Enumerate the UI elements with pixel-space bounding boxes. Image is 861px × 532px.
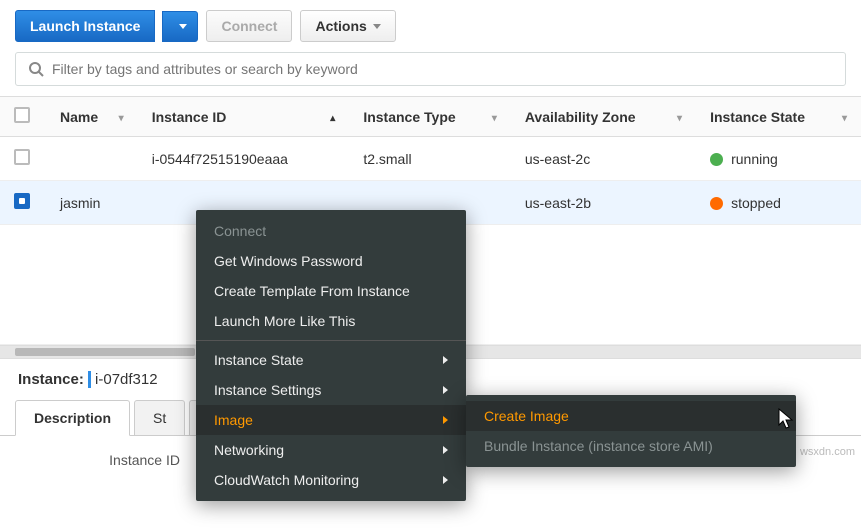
toolbar: Launch Instance Connect Actions <box>0 0 861 52</box>
search-input[interactable] <box>52 61 835 77</box>
menu-get-windows-password[interactable]: Get Windows Password <box>196 246 466 276</box>
tab-description[interactable]: Description <box>15 400 130 436</box>
detail-instance-id[interactable]: i-07df312 <box>88 371 158 388</box>
actions-button[interactable]: Actions <box>300 10 395 42</box>
state-running-icon <box>710 153 723 166</box>
sort-icon: ▾ <box>677 113 682 124</box>
col-az[interactable]: Availability Zone ▾ <box>511 97 696 137</box>
row-checkbox[interactable] <box>14 149 30 165</box>
connect-button: Connect <box>206 10 292 42</box>
row-checkbox[interactable] <box>14 193 30 209</box>
state-stopped-icon <box>710 197 723 210</box>
cell-state: stopped <box>696 181 861 225</box>
sort-asc-icon: ▴ <box>330 113 335 124</box>
submenu-arrow-icon <box>443 476 448 484</box>
col-state[interactable]: Instance State ▾ <box>696 97 861 137</box>
cell-state: running <box>696 137 861 181</box>
watermark: wsxdn.com <box>800 446 855 458</box>
cell-instance-id: i-0544f72515190eaaa <box>138 137 350 181</box>
cell-name <box>46 137 138 181</box>
menu-separator <box>196 340 466 341</box>
menu-instance-state[interactable]: Instance State <box>196 345 466 375</box>
caret-down-icon <box>179 24 187 29</box>
kv-key: Instance ID <box>20 452 200 468</box>
launch-instance-button[interactable]: Launch Instance <box>15 10 155 42</box>
cell-instance-type: t2.small <box>349 137 511 181</box>
col-label: Availability Zone <box>525 109 636 125</box>
submenu-arrow-icon <box>443 446 448 454</box>
menu-connect: Connect <box>196 216 466 246</box>
col-label: Instance Type <box>363 109 455 125</box>
submenu-bundle-instance: Bundle Instance (instance store AMI) <box>466 431 796 461</box>
table-row[interactable]: i-0544f72515190eaaa t2.small us-east-2c … <box>0 137 861 181</box>
table-header-row: Name ▾ Instance ID ▴ Instance Type ▾ Availa… <box>0 97 861 137</box>
submenu-arrow-icon <box>443 356 448 364</box>
tab-partial[interactable]: St <box>134 400 185 435</box>
submenu-create-image[interactable]: Create Image <box>466 401 796 431</box>
cell-name: jasmin <box>46 181 138 225</box>
menu-cloudwatch[interactable]: CloudWatch Monitoring <box>196 465 466 495</box>
menu-instance-settings[interactable]: Instance Settings <box>196 375 466 405</box>
state-text: stopped <box>731 195 781 211</box>
select-all-checkbox[interactable] <box>14 107 30 123</box>
sort-icon: ▾ <box>119 113 124 124</box>
state-text: running <box>731 151 778 167</box>
col-name[interactable]: Name ▾ <box>46 97 138 137</box>
submenu-arrow-icon <box>443 416 448 424</box>
instances-table: Name ▾ Instance ID ▴ Instance Type ▾ Availa… <box>0 96 861 225</box>
sort-icon: ▾ <box>492 113 497 124</box>
context-menu: Connect Get Windows Password Create Temp… <box>196 210 466 501</box>
col-instance-type[interactable]: Instance Type ▾ <box>349 97 511 137</box>
cell-az: us-east-2b <box>511 181 696 225</box>
sort-icon: ▾ <box>842 113 847 124</box>
detail-label: Instance: <box>18 371 84 388</box>
menu-networking[interactable]: Networking <box>196 435 466 465</box>
search-icon <box>26 59 46 79</box>
col-label: Instance State <box>710 109 805 125</box>
menu-launch-more[interactable]: Launch More Like This <box>196 306 466 336</box>
cell-az: us-east-2c <box>511 137 696 181</box>
col-instance-id[interactable]: Instance ID ▴ <box>138 97 350 137</box>
actions-label: Actions <box>315 18 366 34</box>
launch-instance-dropdown[interactable] <box>162 11 198 42</box>
col-label: Name <box>60 109 98 125</box>
submenu-arrow-icon <box>443 386 448 394</box>
menu-image[interactable]: Image <box>196 405 466 435</box>
col-label: Instance ID <box>152 109 227 125</box>
caret-down-icon <box>373 24 381 29</box>
menu-create-template[interactable]: Create Template From Instance <box>196 276 466 306</box>
scrollbar-thumb[interactable] <box>15 348 195 356</box>
image-submenu: Create Image Bundle Instance (instance s… <box>466 395 796 467</box>
search-bar[interactable] <box>15 52 846 86</box>
mouse-cursor-icon <box>778 408 796 433</box>
